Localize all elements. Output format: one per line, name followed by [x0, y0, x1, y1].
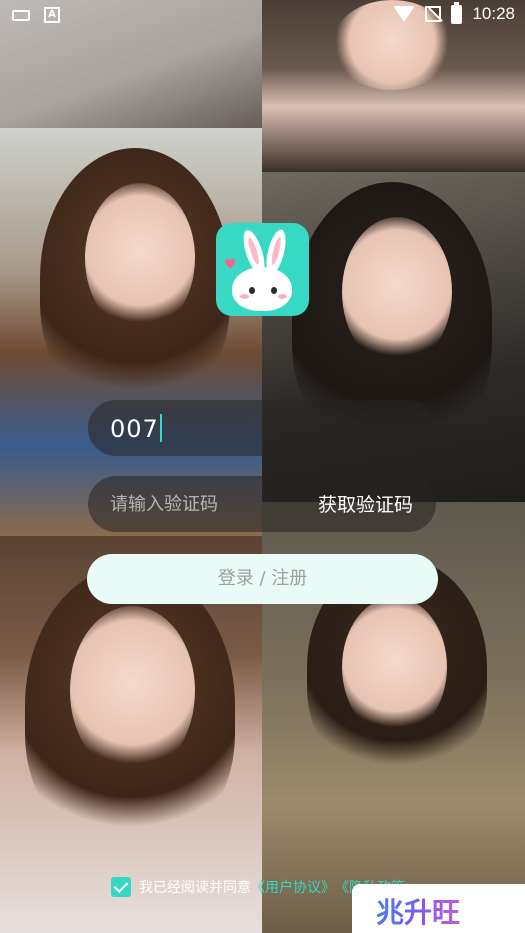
photo-tile-3 [0, 128, 262, 536]
phone-number-field[interactable]: 007 [88, 400, 436, 456]
a-icon: A [44, 7, 60, 23]
bunny-logo-icon [232, 267, 292, 311]
get-code-button[interactable]: 获取验证码 [318, 490, 413, 517]
battery-charging-icon [451, 1, 463, 24]
user-agreement-link[interactable]: 《用户协议》 [251, 877, 335, 897]
clock-time: 10:28 [472, 4, 515, 23]
watermark: 兆升旺 [352, 884, 525, 933]
text-caret [159, 414, 162, 442]
no-signal-icon [425, 6, 442, 22]
login-register-button[interactable]: 登录 / 注册 [87, 554, 438, 604]
verification-code-input[interactable] [110, 490, 280, 518]
verification-code-row: 获取验证码 [88, 476, 436, 532]
wifi-icon [393, 6, 416, 22]
app-logo: ♥ [216, 223, 309, 316]
photo-collage-background [0, 0, 525, 933]
phone-number-value: 007 [110, 415, 159, 443]
keyboard-icon [12, 9, 30, 21]
agreement-checkbox[interactable] [111, 877, 131, 897]
heart-icon: ♥ [224, 257, 237, 273]
status-bar: A 10:28 [0, 0, 525, 30]
agreement-separator: 《 [335, 880, 349, 896]
agreement-prefix: 我已经阅读并同意 [139, 880, 251, 896]
watermark-text: 兆升旺 [376, 891, 460, 931]
